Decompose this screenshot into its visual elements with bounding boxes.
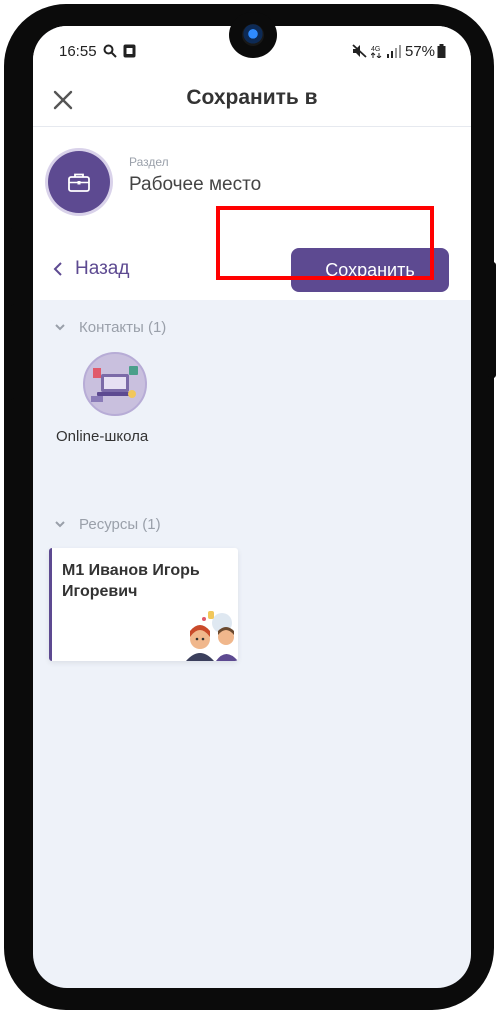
resource-card[interactable]: М1 Иванов Игорь Игоревич (49, 548, 238, 661)
back-button[interactable]: Назад (53, 258, 129, 280)
section-name: Рабочее место (129, 174, 262, 195)
chevron-down-icon (55, 324, 65, 331)
people-illustration (186, 611, 238, 661)
network-label: 4G (371, 46, 380, 53)
contacts-group-label: Контакты (1) (79, 319, 167, 336)
signal-icon (387, 45, 401, 58)
workspace-illustration (91, 366, 138, 402)
mute-icon (352, 44, 367, 58)
chevron-down-icon (55, 521, 65, 528)
section-caption: Раздел (129, 155, 169, 169)
camera-lens (242, 24, 264, 46)
briefcase-icon (48, 151, 110, 213)
resource-title: М1 Иванов Игорь Игоревич (62, 562, 200, 600)
chevron-left-icon (53, 262, 62, 276)
notification-icon (123, 44, 136, 58)
save-button[interactable]: Сохранить (291, 248, 449, 292)
battery-icon (437, 44, 446, 58)
resources-group-header[interactable]: Ресурсы (1) (55, 516, 161, 533)
front-camera (229, 12, 277, 58)
resources-group-label: Ресурсы (1) (79, 516, 161, 533)
power-button-right (488, 262, 496, 378)
screen: 16:55 4G 57% Сохранить в Раздел Рабочее … (33, 26, 471, 988)
volume-button (6, 228, 14, 306)
contact-item[interactable]: Online-школа (55, 348, 175, 445)
header: Сохранить в (33, 74, 471, 127)
back-label: Назад (75, 258, 130, 279)
page-title: Сохранить в (186, 86, 318, 109)
power-button-left (6, 320, 14, 400)
contacts-group-header[interactable]: Контакты (1) (55, 319, 166, 336)
contact-name: Online-школа (56, 428, 149, 445)
contact-avatar (83, 352, 147, 416)
action-bar: Назад Сохранить (33, 238, 471, 300)
status-time: 16:55 (59, 43, 97, 60)
network-4g-icon: 4G (371, 46, 382, 58)
search-icon (103, 44, 117, 58)
battery-level: 57% (405, 43, 436, 60)
section-selector[interactable]: Раздел Рабочее место (33, 127, 471, 239)
